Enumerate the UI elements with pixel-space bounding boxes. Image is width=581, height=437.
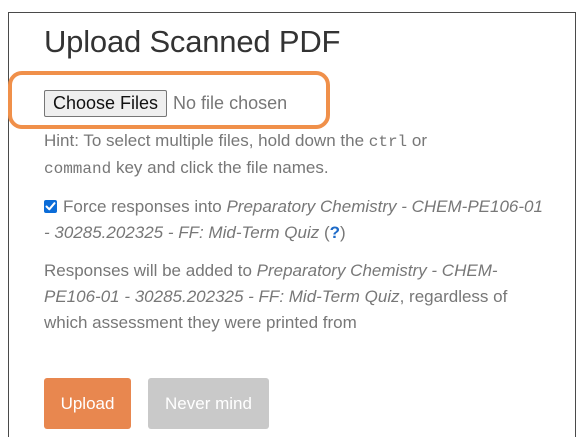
- file-status-text: No file chosen: [173, 92, 288, 113]
- hint-prefix: Hint: To select multiple files, hold dow…: [44, 131, 369, 150]
- file-input[interactable]: Choose Files No file chosen: [44, 89, 287, 117]
- command-key-code: command: [44, 160, 112, 178]
- note-prefix: Responses will be added to: [44, 261, 257, 280]
- force-paren-close: ): [340, 223, 346, 242]
- force-paren-open: (: [319, 223, 330, 242]
- upload-button[interactable]: Upload: [44, 378, 131, 429]
- force-responses-checkbox[interactable]: [44, 200, 57, 213]
- hint-mid: or: [407, 131, 427, 150]
- force-label-prefix: Force responses into: [63, 197, 227, 216]
- never-mind-button[interactable]: Never mind: [148, 378, 269, 429]
- dialog-title: Upload Scanned PDF: [44, 24, 341, 59]
- force-responses-option: Force responses into Preparatory Chemist…: [44, 194, 544, 246]
- responses-note: Responses will be added to Preparatory C…: [44, 258, 544, 336]
- checkmark-icon: [45, 202, 56, 211]
- choose-files-button[interactable]: Choose Files: [44, 89, 168, 117]
- ctrl-key-code: ctrl: [368, 133, 408, 151]
- help-link[interactable]: ?: [330, 223, 340, 242]
- hint-suffix: key and click the file names.: [111, 158, 329, 177]
- action-buttons: Upload Never mind: [44, 378, 269, 429]
- multi-select-hint: Hint: To select multiple files, hold dow…: [44, 128, 544, 182]
- page: Upload Scanned PDF Choose Files No file …: [0, 0, 581, 437]
